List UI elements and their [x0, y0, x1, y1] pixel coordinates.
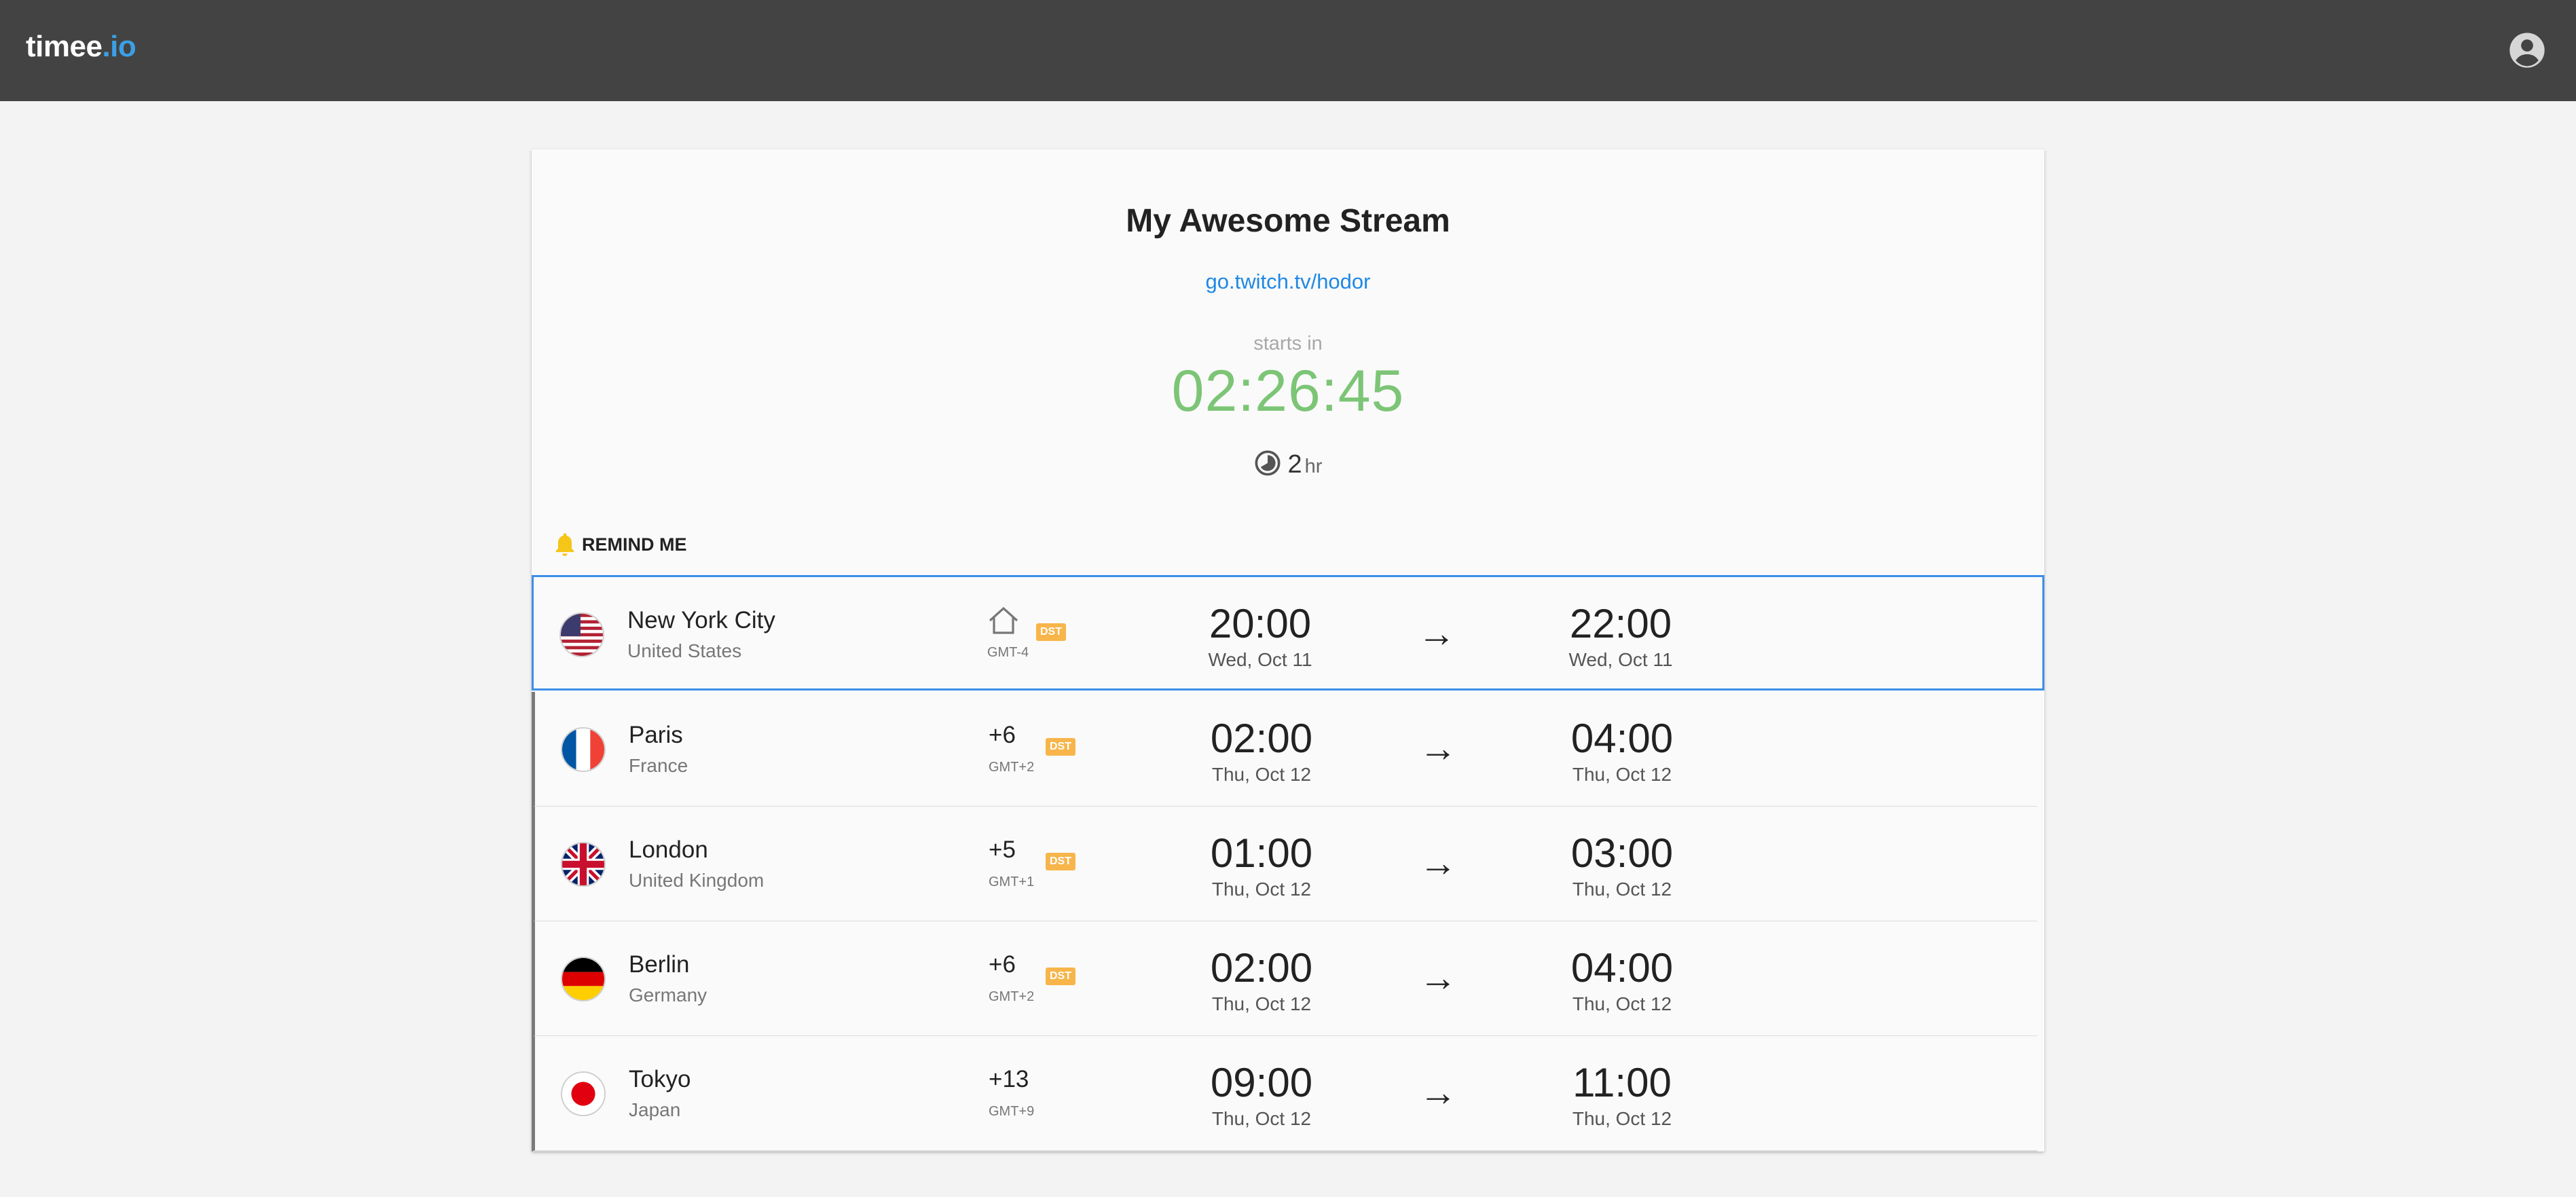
- account-circle-icon: [2509, 33, 2545, 68]
- remind-me-label: REMIND ME: [582, 534, 687, 555]
- end-date: Thu, Oct 12: [1572, 1108, 1672, 1129]
- start-date: Thu, Oct 12: [1211, 764, 1312, 785]
- fr-flag-icon: [561, 727, 606, 772]
- event-title: My Awesome Stream: [1126, 203, 1450, 239]
- city-name: New York City: [627, 607, 775, 633]
- start-time: 01:00: [1210, 830, 1313, 876]
- arrow-right-icon: →: [1419, 841, 1457, 884]
- top-bar: timee.io: [0, 0, 2576, 101]
- city-name: Tokyo: [629, 1066, 691, 1092]
- timezone-row-paris[interactable]: Paris France +6 GMT+2 DST 02:00 Thu, Oct…: [532, 692, 2038, 807]
- dst-badge: DST: [1046, 738, 1075, 756]
- uk-flag-icon: [561, 842, 606, 887]
- duration-unit: hr: [1304, 456, 1323, 477]
- end-time: 03:00: [1570, 830, 1674, 876]
- end-time: 04:00: [1570, 945, 1674, 991]
- end-date: Wed, Oct 11: [1568, 649, 1673, 670]
- country-name: France: [629, 755, 688, 776]
- logo-accent: .io: [102, 30, 136, 63]
- logo-main: timee: [26, 30, 103, 63]
- city-name: London: [629, 836, 708, 863]
- gmt-offset: GMT+2: [989, 760, 1035, 775]
- end-date: Thu, Oct 12: [1572, 879, 1672, 900]
- gmt-offset: GMT+1: [989, 874, 1035, 889]
- end-time: 11:00: [1572, 1060, 1672, 1105]
- city-name: Paris: [629, 722, 683, 748]
- duration-clock-icon: [1255, 450, 1281, 476]
- gmt-offset: GMT+2: [989, 989, 1035, 1004]
- dst-badge: DST: [1046, 853, 1075, 870]
- arrow-right-icon: →: [1419, 1071, 1457, 1113]
- countdown-timer: 02:26:45: [1171, 358, 1405, 424]
- timezone-row-london[interactable]: London United Kingdom +5 GMT+1 DST 01:00…: [532, 807, 2038, 922]
- arrow-right-icon: →: [1419, 726, 1457, 769]
- hour-offset: +5: [989, 836, 1016, 863]
- timezone-row-new-york[interactable]: New York City United States GMT-4 DST 20…: [532, 575, 2044, 690]
- country-name: United States: [627, 640, 742, 661]
- event-card: My Awesome Stream go.twitch.tv/hodor sta…: [532, 149, 2044, 1152]
- duration: 2 hr: [532, 450, 2044, 479]
- timezone-row-berlin[interactable]: Berlin Germany +6 GMT+2 DST 02:00 Thu, O…: [532, 921, 2038, 1037]
- start-time: 09:00: [1210, 1060, 1313, 1105]
- starts-in-label: starts in: [1253, 333, 1323, 354]
- country-name: United Kingdom: [629, 870, 765, 891]
- start-date: Thu, Oct 12: [1211, 993, 1312, 1014]
- city-name: Berlin: [629, 951, 690, 978]
- hour-offset: +6: [989, 722, 1016, 748]
- arrow-right-icon: →: [1418, 612, 1456, 655]
- country-name: Germany: [629, 984, 707, 1006]
- jp-flag-icon: [561, 1071, 606, 1116]
- hour-offset: +6: [989, 951, 1016, 978]
- end-date: Thu, Oct 12: [1572, 764, 1672, 785]
- end-time: 22:00: [1569, 601, 1672, 646]
- start-time: 02:00: [1210, 945, 1313, 991]
- start-date: Thu, Oct 12: [1211, 879, 1312, 900]
- country-name: Japan: [629, 1099, 681, 1120]
- us-flag-icon: [559, 612, 604, 657]
- start-time: 02:00: [1210, 716, 1313, 761]
- start-time: 20:00: [1209, 601, 1312, 646]
- home-icon: [989, 606, 1018, 634]
- gmt-offset: GMT-4: [987, 645, 1029, 660]
- bell-icon: [555, 533, 574, 556]
- end-time: 04:00: [1570, 716, 1674, 761]
- start-date: Thu, Oct 12: [1211, 1108, 1312, 1129]
- hour-offset: +13: [989, 1066, 1029, 1092]
- duration-value: 2: [1287, 450, 1302, 479]
- dst-badge: DST: [1036, 623, 1066, 641]
- logo[interactable]: timee.io: [26, 30, 136, 64]
- arrow-right-icon: →: [1419, 956, 1457, 999]
- dst-badge: DST: [1046, 968, 1075, 985]
- gmt-offset: GMT+9: [989, 1104, 1035, 1119]
- de-flag-icon: [561, 957, 606, 1001]
- remind-me-button[interactable]: REMIND ME: [553, 530, 687, 559]
- timezone-row-tokyo[interactable]: Tokyo Japan +13 GMT+9 09:00 Thu, Oct 12 …: [532, 1036, 2038, 1152]
- end-date: Thu, Oct 12: [1572, 993, 1672, 1014]
- stream-link[interactable]: go.twitch.tv/hodor: [532, 270, 2044, 294]
- account-button[interactable]: [2508, 31, 2546, 69]
- start-date: Wed, Oct 11: [1208, 649, 1312, 670]
